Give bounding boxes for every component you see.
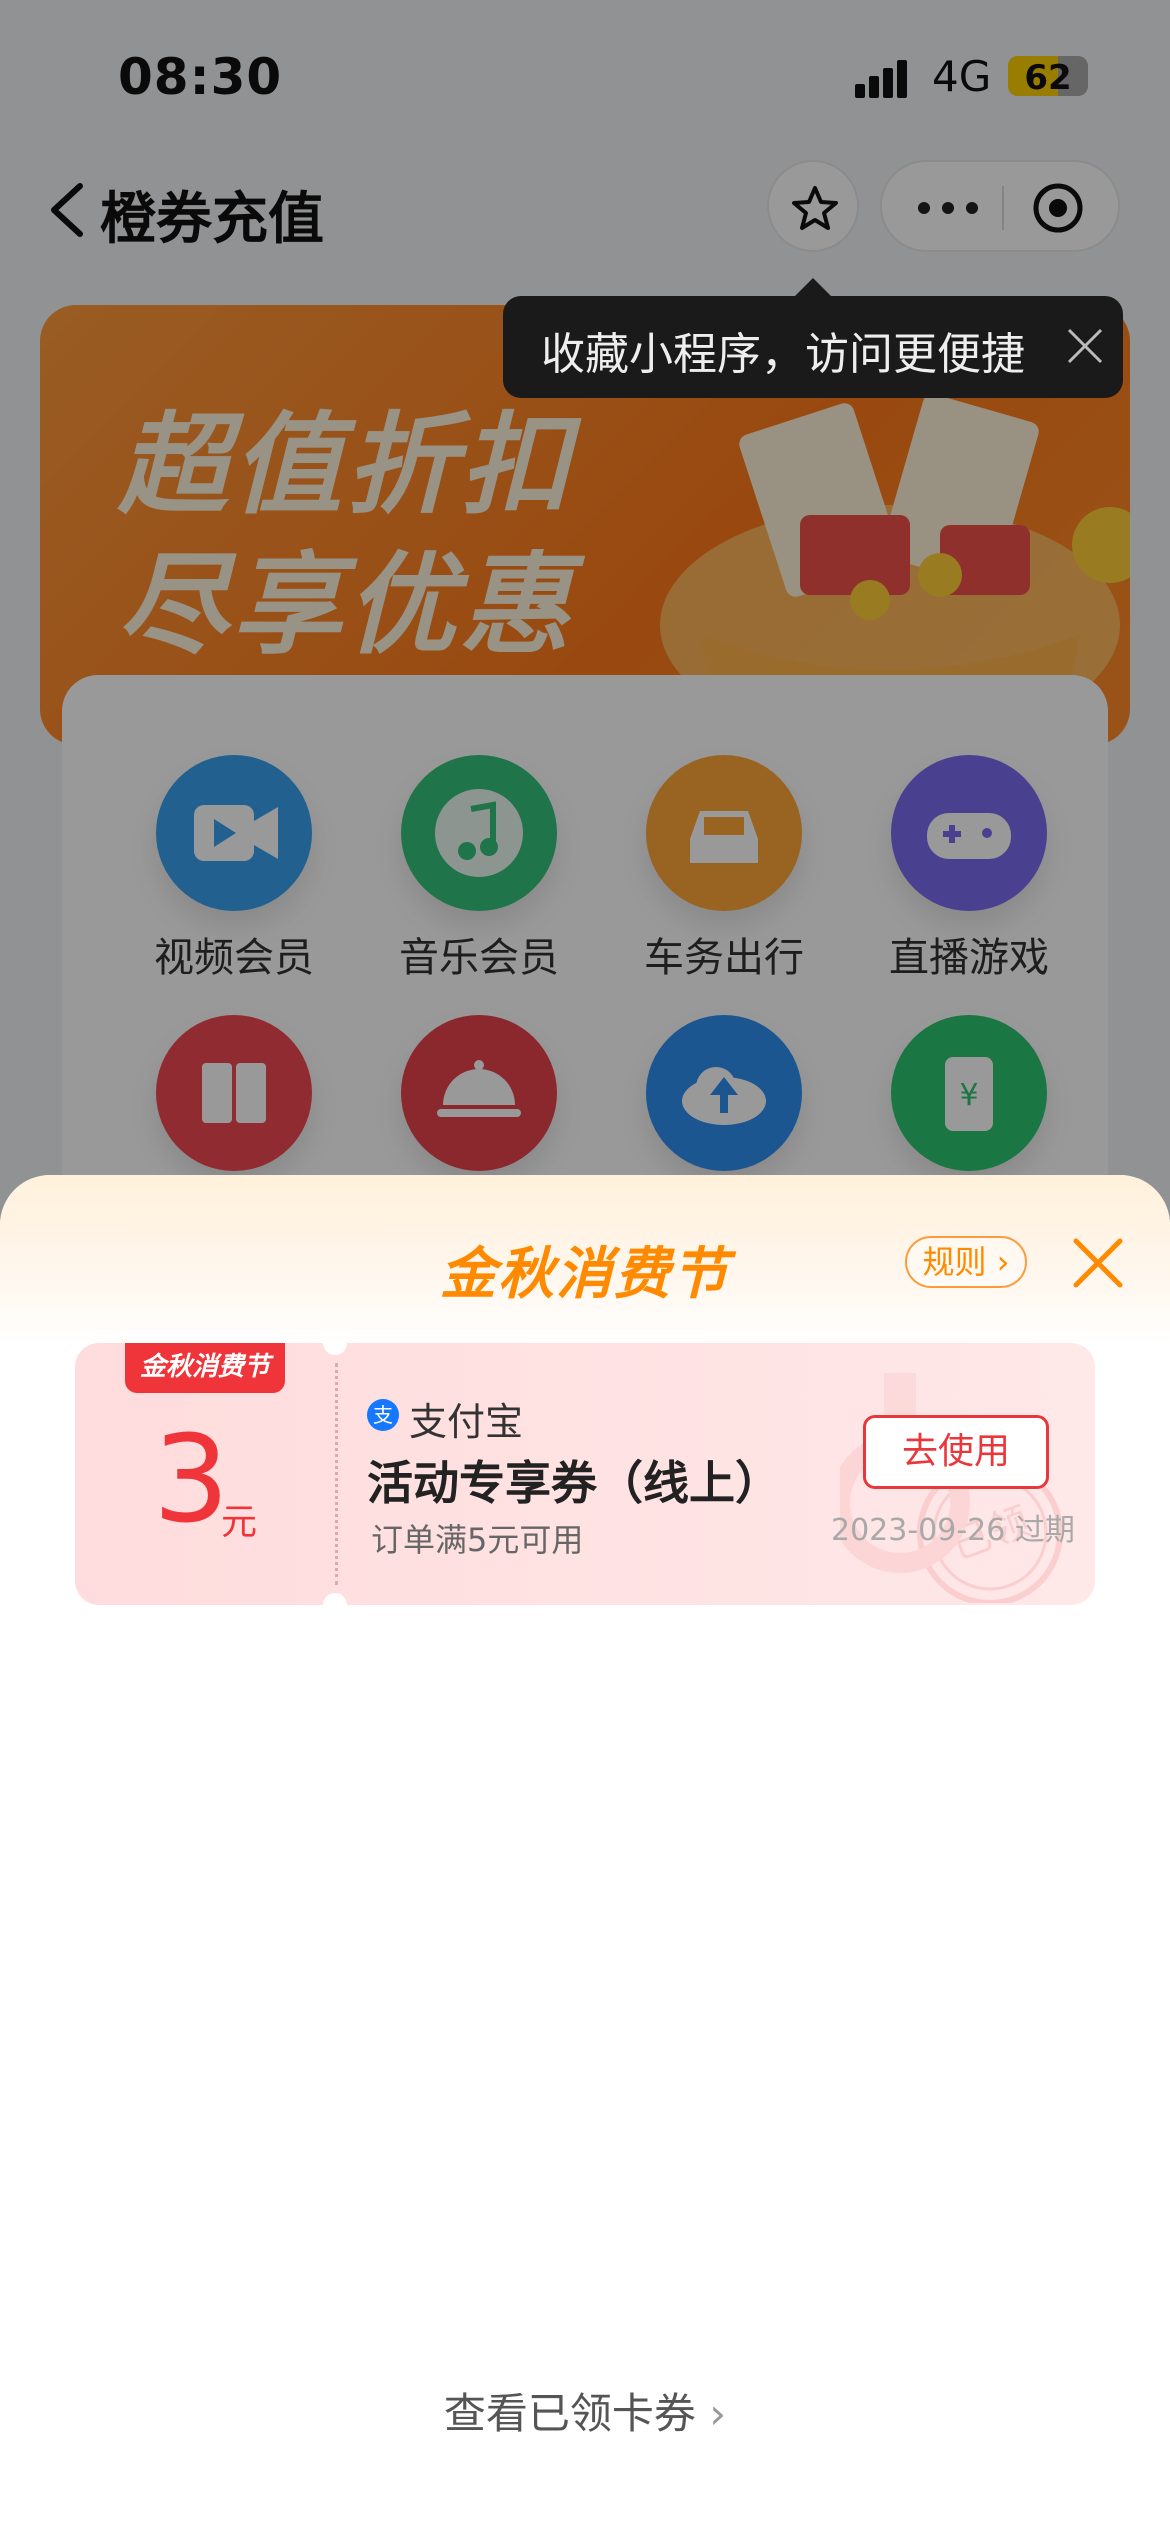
close-icon[interactable]: [1063, 324, 1107, 368]
close-icon[interactable]: [1070, 1235, 1126, 1291]
coupon-amount: 3: [153, 1411, 230, 1550]
coupon-condition: 订单满5元可用: [371, 1521, 584, 1559]
svg-text:支: 支: [373, 1403, 393, 1427]
coupon-divider: [335, 1363, 338, 1585]
coupon-card: 已领 金秋消费节 3 元 支 支付宝 活动专享券（线上） 订单满5元可用 去使用…: [75, 1343, 1095, 1605]
view-claimed-coupons-link[interactable]: 查看已领卡券 ›: [0, 2380, 1170, 2441]
tooltip-arrow: [793, 278, 833, 298]
chevron-right-icon: ›: [695, 2389, 727, 2438]
coupon-sheet: 金秋消费节 规则 › 已领 金秋消费节 3 元 支 支付宝 活动专享券（线上） …: [0, 1175, 1170, 2532]
tooltip-text: 收藏小程序，访问更便捷: [541, 329, 1025, 380]
coupon-name: 活动专享券（线上）: [367, 1456, 781, 1510]
chevron-right-icon: ›: [986, 1243, 1010, 1281]
rules-label: 规则: [922, 1243, 987, 1281]
coupon-notch: [323, 1593, 347, 1605]
favorite-tooltip: 收藏小程序，访问更便捷: [503, 296, 1123, 398]
rules-button[interactable]: 规则 ›: [905, 1236, 1027, 1288]
view-link-label: 查看已领卡券: [443, 2389, 696, 2438]
coupon-issuer: 支付宝: [409, 1400, 524, 1444]
coupon-expiry: 2023-09-26 过期: [831, 1513, 1075, 1548]
use-coupon-button[interactable]: 去使用: [863, 1415, 1049, 1489]
coupon-notch: [323, 1343, 347, 1355]
coupon-unit: 元: [221, 1502, 258, 1543]
coupon-tag: 金秋消费节: [125, 1343, 285, 1393]
alipay-icon: 支: [367, 1399, 399, 1431]
sheet-header: 金秋消费节 规则 ›: [0, 1175, 1170, 1345]
